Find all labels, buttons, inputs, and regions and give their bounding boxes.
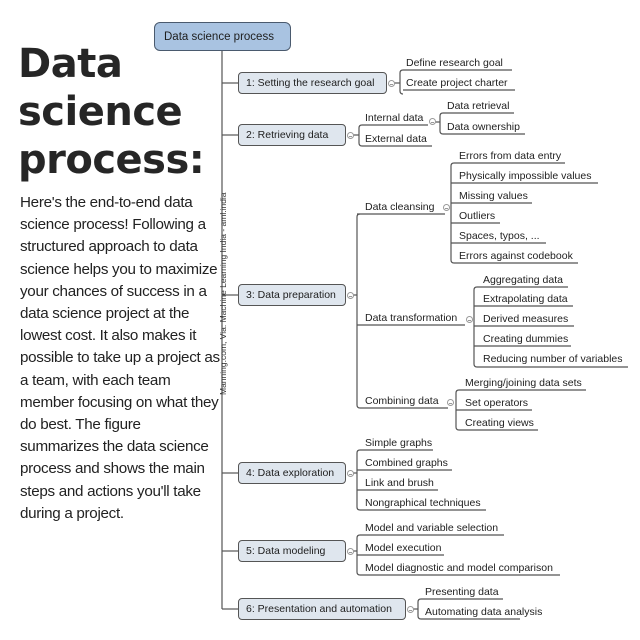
step-4-node[interactable]: 4: Data exploration	[238, 462, 346, 484]
leaf-creating-dummies[interactable]: Creating dummies	[483, 333, 568, 346]
leaf-outliers[interactable]: Outliers	[459, 210, 495, 223]
bracket-data-cleansing	[450, 162, 455, 264]
leaf-link-and-brush[interactable]: Link and brush	[365, 477, 434, 490]
leaf-combining-data[interactable]: Combining data	[365, 395, 439, 408]
collapse-toggle-icon[interactable]	[407, 606, 414, 613]
root-node[interactable]: Data science process	[154, 22, 291, 51]
bracket-data-transformation	[473, 286, 478, 368]
collapse-toggle-icon[interactable]	[466, 316, 473, 323]
collapse-toggle-icon[interactable]	[347, 470, 354, 477]
leaf-create-project-charter[interactable]: Create project charter	[406, 77, 508, 90]
leaf-errors-against-codebook[interactable]: Errors against codebook	[459, 250, 573, 263]
leaf-model-execution[interactable]: Model execution	[365, 542, 441, 555]
leaf-merging-joining-data-sets[interactable]: Merging/joining data sets	[465, 377, 582, 390]
collapse-toggle-icon[interactable]	[447, 399, 454, 406]
step-6-node[interactable]: 6: Presentation and automation	[238, 598, 406, 620]
collapse-toggle-icon[interactable]	[443, 204, 450, 211]
leaf-reducing-number-of-variables[interactable]: Reducing number of variables	[483, 353, 623, 366]
bracket-step-4	[356, 449, 361, 511]
bracket-internal-data	[439, 112, 444, 135]
leaf-data-transformation[interactable]: Data transformation	[365, 312, 457, 325]
leaf-automating-data-analysis[interactable]: Automating data analysis	[425, 606, 542, 619]
leaf-data-retrieval[interactable]: Data retrieval	[447, 100, 509, 113]
collapse-toggle-icon[interactable]	[429, 118, 436, 125]
leaf-presenting-data[interactable]: Presenting data	[425, 586, 499, 599]
credit-text: Manning.com, Via: Machine Learning India…	[218, 192, 228, 395]
leaf-aggregating-data[interactable]: Aggregating data	[483, 274, 563, 287]
collapse-toggle-icon[interactable]	[347, 292, 354, 299]
leaf-combined-graphs[interactable]: Combined graphs	[365, 457, 448, 470]
collapse-toggle-icon[interactable]	[388, 80, 395, 87]
leaf-data-ownership[interactable]: Data ownership	[447, 121, 520, 134]
bracket-step-2	[358, 124, 363, 147]
bracket-step-6	[417, 598, 422, 620]
leaf-set-operators[interactable]: Set operators	[465, 397, 528, 410]
leaf-external-data[interactable]: External data	[365, 133, 427, 146]
leaf-define-research-goal[interactable]: Define research goal	[406, 57, 503, 70]
bracket-step-3	[356, 213, 361, 409]
bracket-step-1	[399, 69, 404, 95]
step-2-node[interactable]: 2: Retrieving data	[238, 124, 346, 146]
collapse-toggle-icon[interactable]	[347, 132, 354, 139]
leaf-data-cleansing[interactable]: Data cleansing	[365, 201, 434, 214]
leaf-errors-from-data-entry[interactable]: Errors from data entry	[459, 150, 561, 163]
leaf-model-and-variable-selection[interactable]: Model and variable selection	[365, 522, 498, 535]
leaf-spaces-typos[interactable]: Spaces, typos, ...	[459, 230, 540, 243]
mindmap: Data science process Manning.com, Via: M…	[0, 0, 640, 640]
collapse-toggle-icon[interactable]	[347, 548, 354, 555]
leaf-creating-views[interactable]: Creating views	[465, 417, 534, 430]
leaf-nongraphical-techniques[interactable]: Nongraphical techniques	[365, 497, 481, 510]
leaf-model-diagnostic-and-comparison[interactable]: Model diagnostic and model comparison	[365, 562, 553, 575]
leaf-derived-measures[interactable]: Derived measures	[483, 313, 568, 326]
step-5-node[interactable]: 5: Data modeling	[238, 540, 346, 562]
leaf-missing-values[interactable]: Missing values	[459, 190, 528, 203]
leaf-physically-impossible-values[interactable]: Physically impossible values	[459, 170, 591, 183]
leaf-simple-graphs[interactable]: Simple graphs	[365, 437, 432, 450]
step-3-node[interactable]: 3: Data preparation	[238, 284, 346, 306]
leaf-extrapolating-data[interactable]: Extrapolating data	[483, 293, 568, 306]
step-1-node[interactable]: 1: Setting the research goal	[238, 72, 387, 94]
leaf-internal-data[interactable]: Internal data	[365, 112, 423, 125]
